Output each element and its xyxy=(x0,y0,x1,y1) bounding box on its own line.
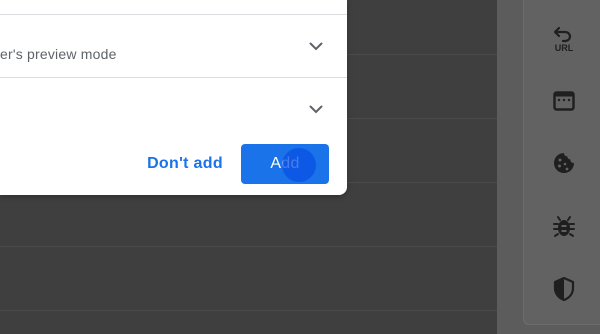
cookie-icon[interactable] xyxy=(549,148,579,178)
dialog-divider xyxy=(0,14,347,15)
undo-url-icon[interactable]: URL xyxy=(549,23,579,53)
add-dialog: er's preview mode Don't add Add xyxy=(0,0,347,195)
chevron-down-icon[interactable] xyxy=(305,35,327,57)
dialog-divider xyxy=(0,77,347,78)
dont-add-button[interactable]: Don't add xyxy=(140,145,230,183)
bug-icon[interactable] xyxy=(549,211,579,241)
window-icon[interactable] xyxy=(549,86,579,116)
background-row-divider xyxy=(0,246,497,247)
background-row-divider xyxy=(0,310,497,311)
url-icon-label: URL xyxy=(555,43,574,52)
chevron-down-icon[interactable] xyxy=(305,98,327,120)
shield-icon[interactable] xyxy=(549,274,579,304)
preview-mode-option-text: er's preview mode xyxy=(0,46,117,62)
add-button[interactable]: Add xyxy=(241,144,329,184)
